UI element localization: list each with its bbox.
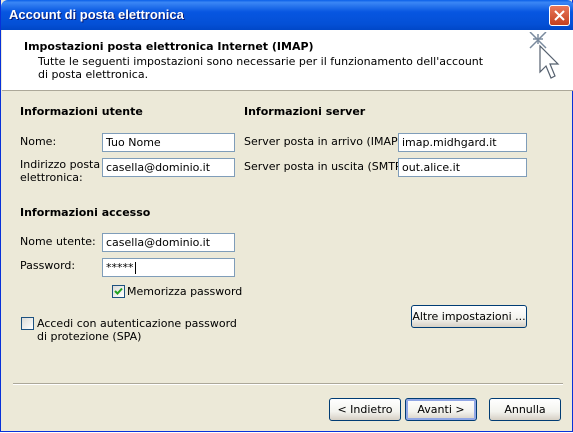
- email-label-line2: elettronica:: [20, 171, 83, 184]
- outgoing-server-label: Server posta in uscita (SMTP):: [244, 160, 410, 173]
- outgoing-server-field[interactable]: out.alice.it: [398, 158, 527, 177]
- footer-divider: [13, 383, 563, 385]
- incoming-server-label: Server posta in arrivo (IMAP):: [244, 135, 406, 148]
- check-icon: [114, 287, 123, 295]
- password-label: Password:: [20, 259, 76, 272]
- remember-password-label: Memorizza password: [127, 285, 243, 298]
- username-field[interactable]: casella@dominio.it: [102, 233, 235, 252]
- text-caret: [134, 262, 136, 274]
- password-mask: *****: [106, 261, 134, 274]
- email-field[interactable]: casella@dominio.it: [102, 158, 235, 177]
- header-description: Tutte le seguenti impostazioni sono nece…: [38, 55, 484, 81]
- spa-label-line2: di protezione (SPA): [37, 330, 142, 343]
- close-icon: [554, 10, 565, 21]
- more-settings-button[interactable]: Altre impostazioni ...: [411, 305, 527, 328]
- close-button[interactable]: [549, 5, 570, 26]
- email-label-line1: Indirizzo posta: [20, 158, 101, 171]
- cursor-sparkle-icon: [529, 32, 560, 79]
- name-field[interactable]: Tuo Nome: [102, 133, 235, 152]
- window-title: Account di posta elettronica: [9, 7, 184, 22]
- password-field[interactable]: *****: [102, 258, 235, 277]
- user-info-heading: Informazioni utente: [20, 105, 143, 118]
- header-title: Impostazioni posta elettronica Internet …: [24, 40, 314, 53]
- server-info-heading: Informazioni server: [244, 105, 366, 118]
- remember-password-checkbox[interactable]: [112, 285, 125, 298]
- cancel-button[interactable]: Annulla: [489, 398, 561, 421]
- name-label: Nome:: [20, 135, 57, 148]
- spa-label-line1: Accedi con autenticazione password: [37, 317, 237, 330]
- next-button[interactable]: Avanti >: [405, 398, 477, 421]
- header-panel: Impostazioni posta elettronica Internet …: [2, 30, 573, 91]
- incoming-server-field[interactable]: imap.midhgard.it: [398, 133, 527, 152]
- account-dialog: Account di posta elettronica Impostazion…: [0, 0, 573, 432]
- spa-checkbox[interactable]: [21, 317, 34, 330]
- username-label: Nome utente:: [20, 235, 96, 248]
- back-button[interactable]: < Indietro: [329, 398, 401, 421]
- title-bar[interactable]: Account di posta elettronica: [1, 0, 573, 30]
- access-info-heading: Informazioni accesso: [20, 206, 151, 219]
